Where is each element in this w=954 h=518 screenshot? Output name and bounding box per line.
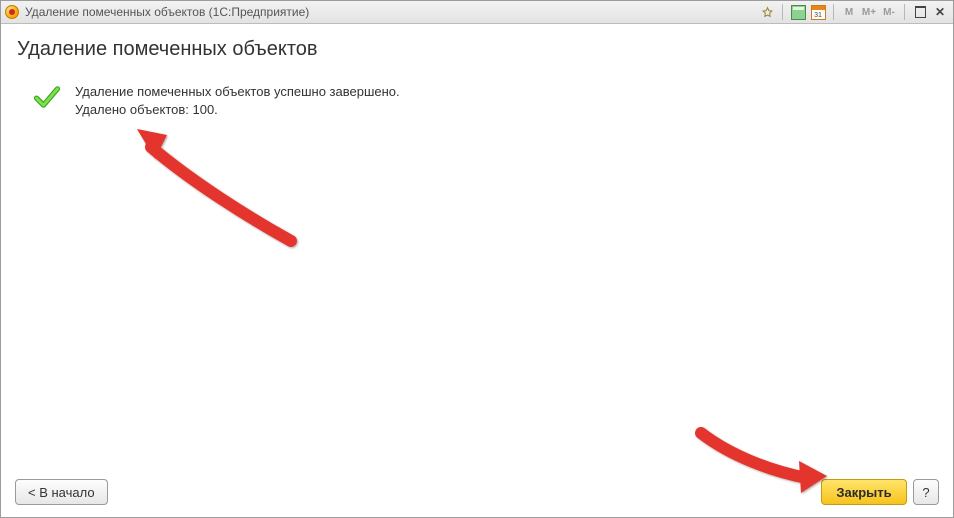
deleted-count: Удалено объектов: 100. bbox=[75, 101, 400, 119]
success-check-icon bbox=[33, 83, 61, 111]
back-button[interactable]: < В начало bbox=[15, 479, 108, 505]
calculator-icon[interactable] bbox=[789, 4, 807, 20]
titlebar: Удаление помеченных объектов (1С:Предпри… bbox=[1, 1, 953, 24]
window-title: Удаление помеченных объектов (1С:Предпри… bbox=[25, 5, 309, 19]
success-message: Удаление помеченных объектов успешно зав… bbox=[75, 83, 400, 101]
close-icon[interactable]: ✕ bbox=[931, 4, 949, 20]
close-button[interactable]: Закрыть bbox=[821, 479, 907, 505]
maximize-icon[interactable] bbox=[911, 4, 929, 20]
memory-mplus-button[interactable]: M+ bbox=[860, 4, 878, 20]
footer: < В начало Закрыть ? bbox=[15, 477, 939, 507]
page-title: Удаление помеченных объектов bbox=[17, 38, 937, 61]
memory-m-button[interactable]: M bbox=[840, 4, 858, 20]
client-area: Удаление помеченных объектов Удаление по… bbox=[1, 24, 953, 517]
result-row: Удаление помеченных объектов успешно зав… bbox=[33, 83, 939, 118]
app-window: Удаление помеченных объектов (1С:Предпри… bbox=[0, 0, 954, 518]
titlebar-tools: M M+ M- ✕ bbox=[758, 4, 949, 20]
help-button[interactable]: ? bbox=[913, 479, 939, 505]
calendar-icon[interactable] bbox=[809, 4, 827, 20]
favorite-icon[interactable] bbox=[758, 4, 776, 20]
memory-mminus-button[interactable]: M- bbox=[880, 4, 898, 20]
result-text: Удаление помеченных объектов успешно зав… bbox=[75, 83, 400, 118]
app-icon bbox=[5, 5, 19, 19]
